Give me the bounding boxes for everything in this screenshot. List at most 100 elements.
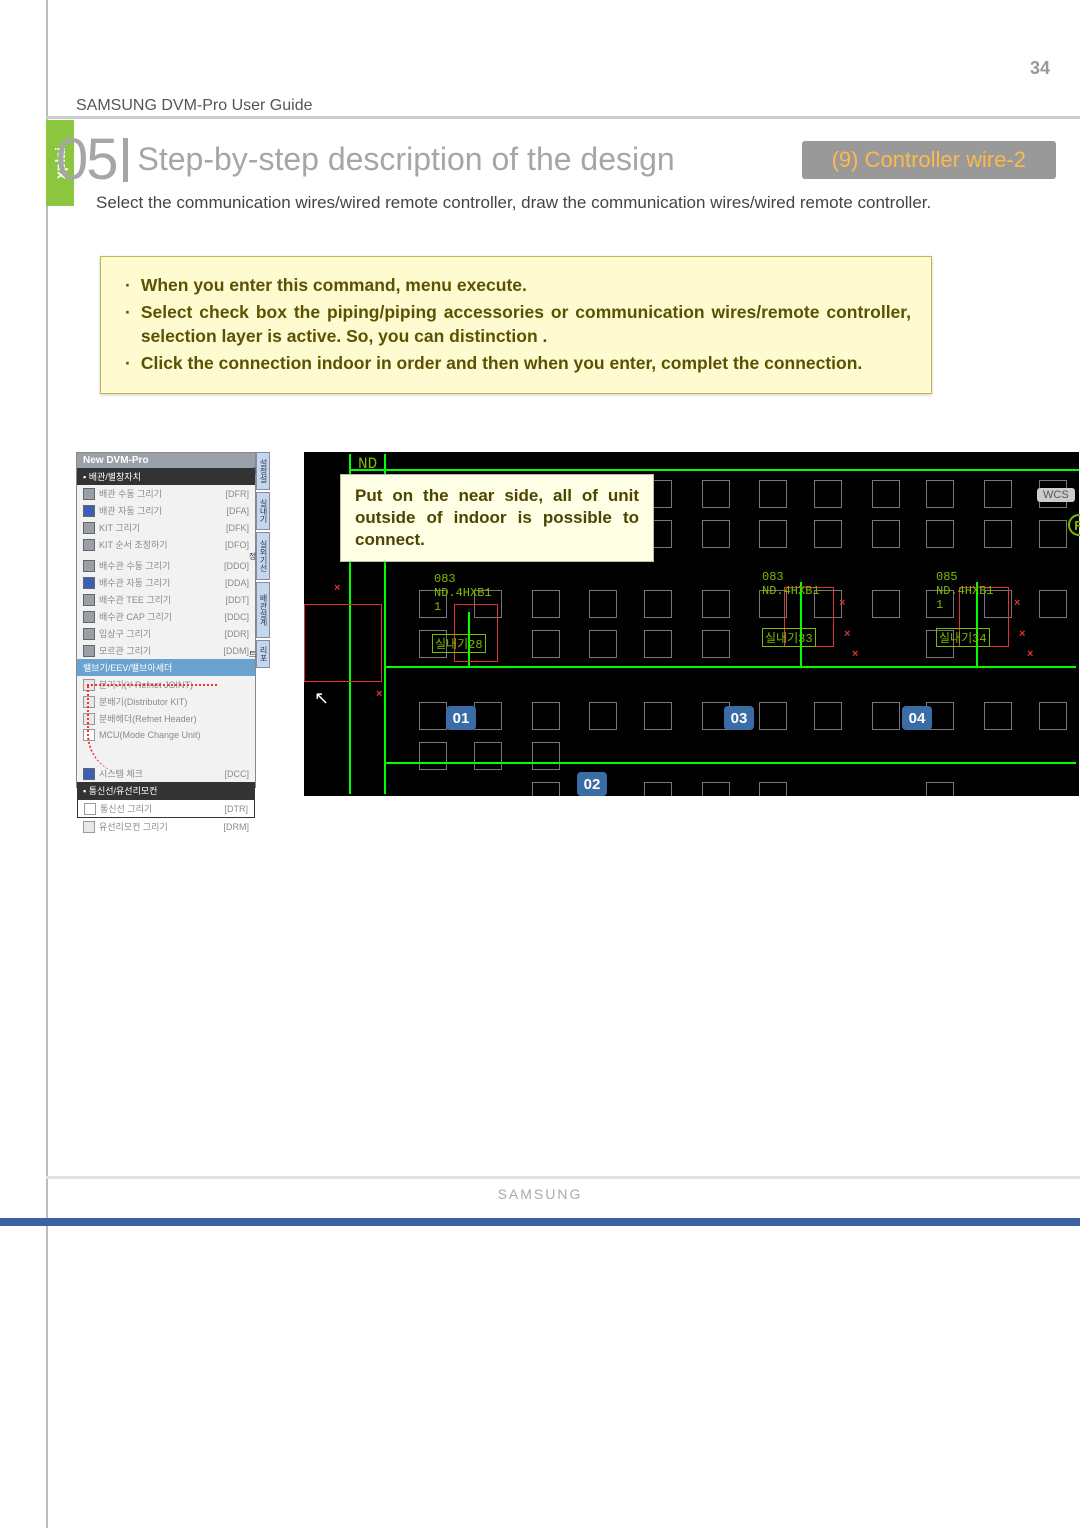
panel-item[interactable]: 유선리모컨 그리기[DRM] <box>77 818 255 835</box>
cad-unit <box>589 702 617 730</box>
cad-unit <box>702 590 730 618</box>
bullet-icon: · <box>125 351 131 376</box>
cad-unit <box>984 480 1012 508</box>
wcs-badge: WCS <box>1037 488 1075 502</box>
step-badge: 02 <box>577 772 607 796</box>
cad-unit <box>1039 520 1067 548</box>
cad-unit-label: 실내기34 <box>936 628 990 647</box>
cad-unit-label: 083ND.4HXB1 <box>762 570 820 598</box>
cad-unit <box>532 782 560 796</box>
callout-arrow-dotted <box>87 684 217 774</box>
cad-unit <box>702 480 730 508</box>
cad-x-marker: × <box>844 628 850 640</box>
panel-item[interactable]: 입상구 그리기[DDR] <box>77 625 255 642</box>
bullet-icon: · <box>125 273 131 298</box>
tip-text: Select check box the piping/piping acces… <box>141 300 911 349</box>
panel-section-header: ▪ 배관/별창자치 <box>77 468 255 485</box>
cad-unit <box>589 630 617 658</box>
cursor-icon: ↖ <box>314 688 329 709</box>
cad-unit <box>532 590 560 618</box>
side-tab[interactable]: 실내기 <box>256 492 270 530</box>
side-tab[interactable]: 설정설계 <box>256 452 270 490</box>
panel-item[interactable]: 배수관 CAP 그리기[DDC] <box>77 608 255 625</box>
step-badge: 01 <box>446 706 476 730</box>
cad-unit <box>644 702 672 730</box>
cad-unit <box>926 520 954 548</box>
cad-x-marker: × <box>1014 597 1020 609</box>
cad-unit <box>984 702 1012 730</box>
side-tab[interactable]: 리포트 <box>256 640 270 668</box>
cad-unit <box>984 520 1012 548</box>
cad-unit <box>419 702 447 730</box>
cad-unit-label: 실내기28 <box>432 634 486 653</box>
cad-unit <box>1039 702 1067 730</box>
cad-unit <box>759 702 787 730</box>
cad-unit <box>872 520 900 548</box>
side-tab[interactable]: 실외기선정 <box>256 532 270 580</box>
tip-line: · When you enter this command, menu execu… <box>121 273 911 298</box>
cad-unit <box>814 480 842 508</box>
panel-item[interactable]: 배수관 TEE 그리기[DDT] <box>77 591 255 608</box>
cad-unit <box>872 480 900 508</box>
cad-unit <box>532 630 560 658</box>
tip-box: · When you enter this command, menu execu… <box>100 256 932 394</box>
doc-title: SAMSUNG DVM-Pro User Guide <box>76 97 313 115</box>
cad-unit <box>872 702 900 730</box>
cad-unit <box>814 702 842 730</box>
cad-unit <box>419 742 447 770</box>
title-row: 05 Step-by-step description of the desig… <box>56 126 1056 193</box>
cad-unit <box>872 590 900 618</box>
panel-item[interactable]: 배수관 수동 그리기[DDO] <box>77 557 255 574</box>
cad-unit <box>532 742 560 770</box>
side-tab[interactable]: 배관설계 <box>256 582 270 638</box>
panel-item[interactable]: KIT 순서 조정하기[DFO] <box>77 536 255 553</box>
cad-unit <box>759 520 787 548</box>
section-number: 05 <box>56 126 117 193</box>
cad-unit <box>1039 590 1067 618</box>
tip-text: When you enter this command, menu execut… <box>141 273 527 298</box>
tip-line: ·Select check box the piping/piping acce… <box>121 300 911 349</box>
cad-x-marker: × <box>1019 628 1025 640</box>
wire-line <box>349 469 1079 471</box>
panel-item[interactable]: 배관 수동 그리기[DFR] <box>77 485 255 502</box>
wire-line <box>386 666 1076 668</box>
cad-unit <box>644 630 672 658</box>
panel-item[interactable]: 모르관 그리기[DDM] <box>77 642 255 659</box>
bullet-icon: · <box>125 300 131 349</box>
panel-side-tabs: 설정설계 실내기 실외기선정 배관설계 리포트 <box>256 452 270 670</box>
section-title: Step-by-step description of the design <box>138 141 802 178</box>
cad-x-marker: × <box>376 688 382 700</box>
cad-unit <box>759 782 787 796</box>
step-badge: 03 <box>724 706 754 730</box>
page-number: 34 <box>1030 58 1050 79</box>
panel-item-selected[interactable]: 통신선 그리기[DTR] <box>77 799 255 818</box>
cad-x-marker: × <box>1027 648 1033 660</box>
panel-section-header: ▪ 통신선/유선리모컨 <box>77 782 255 799</box>
tip-text: Click the connection indoor in order and… <box>141 351 862 376</box>
title-rule <box>46 116 1080 119</box>
footer-rule <box>46 1176 1080 1179</box>
title-separator <box>123 138 128 182</box>
panel-title: New DVM-Pro <box>77 453 255 468</box>
cad-unit <box>589 590 617 618</box>
subsection-badge: (9) Controller wire-2 <box>802 141 1056 179</box>
cad-unit <box>759 480 787 508</box>
callout-box: Put on the near side, all of unit outsid… <box>340 474 654 562</box>
cad-unit <box>926 782 954 796</box>
cad-unit-label: 085ND.4HXB11 <box>936 570 994 612</box>
panel-item[interactable]: 배수관 자동 그리기[DDA] <box>77 574 255 591</box>
left-margin-rule <box>46 0 48 1528</box>
panel-dropdown[interactable]: 밸브기/EEV/밸브아세더 <box>77 659 255 676</box>
cad-unit <box>926 480 954 508</box>
cad-unit <box>814 520 842 548</box>
panel-item[interactable]: 배관 자동 그리기[DFA] <box>77 502 255 519</box>
cad-x-marker: × <box>852 648 858 660</box>
cad-x-marker: × <box>334 582 340 594</box>
workspace: New DVM-Pro ▪ 배관/별창자치 배관 수동 그리기[DFR] 배관 … <box>76 452 1080 796</box>
cad-unit <box>644 782 672 796</box>
cad-unit <box>644 590 672 618</box>
cad-unit <box>702 520 730 548</box>
footer-brand: SAMSUNG <box>0 1186 1080 1202</box>
cad-red-block <box>304 604 382 682</box>
panel-item[interactable]: KIT 그리기[DFK] <box>77 519 255 536</box>
